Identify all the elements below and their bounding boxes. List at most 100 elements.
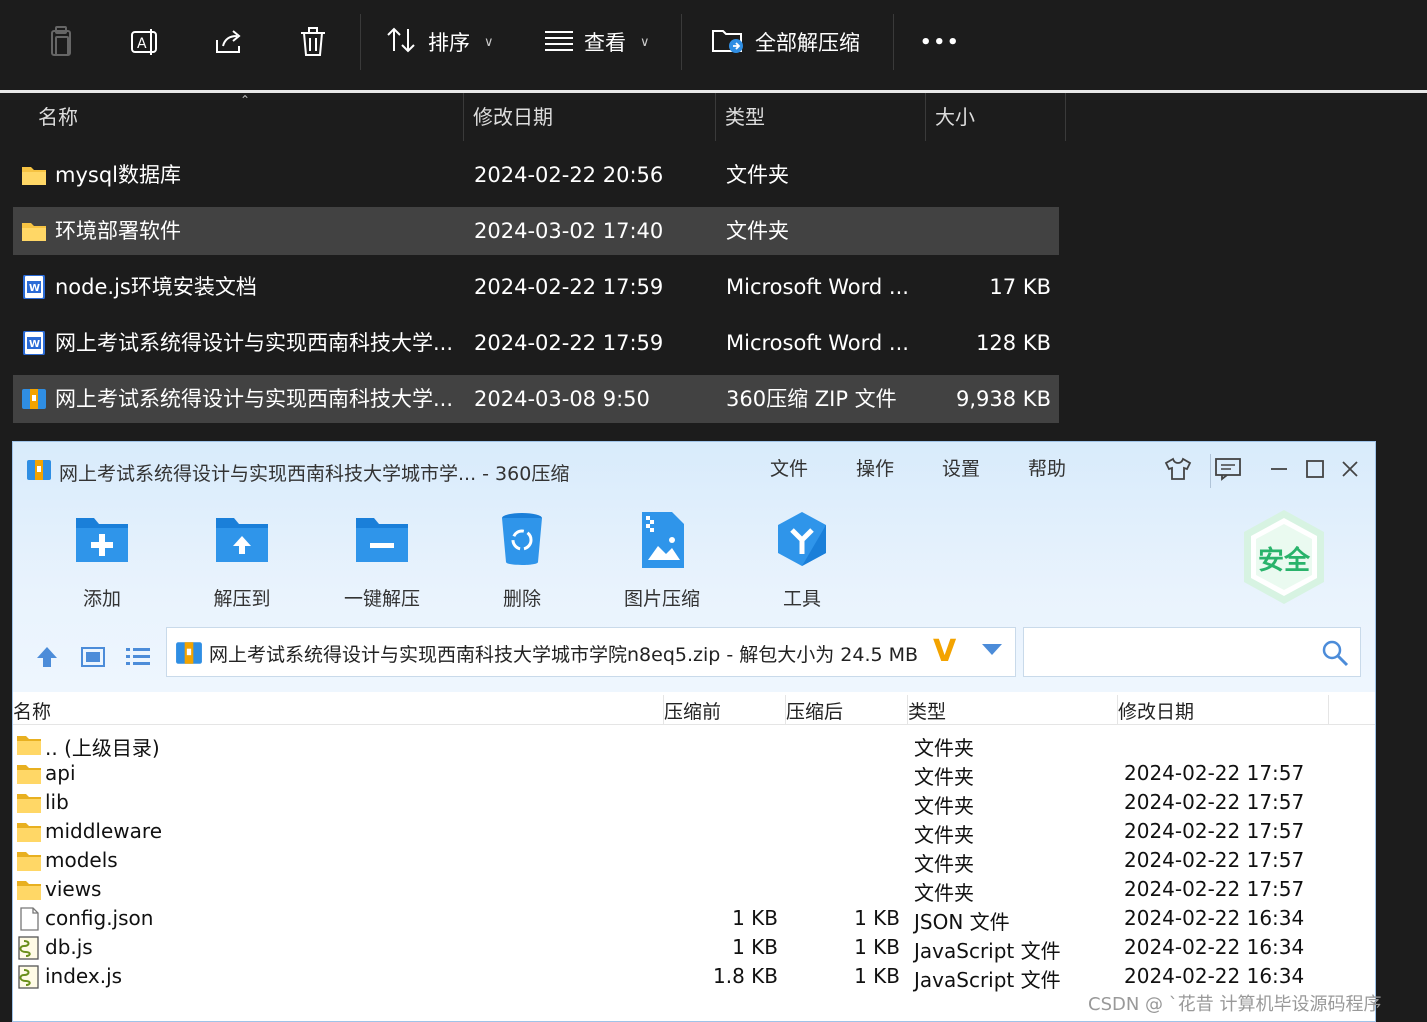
add-label: 添加 [82, 588, 121, 610]
folder-icon [17, 794, 41, 813]
entry-date: 2024-02-22 17:57 [1124, 877, 1305, 901]
entry-type: 文件夹 [914, 765, 974, 789]
entry-name: middleware [45, 819, 162, 843]
column-type[interactable]: 类型 [908, 697, 946, 724]
file-type: 文件夹 [726, 219, 789, 243]
file-row-selected[interactable]: 环境部署软件 2024-03-02 17:40 文件夹 [13, 207, 1059, 255]
file-type: 360压缩 ZIP 文件 [726, 387, 897, 411]
entry-type: JavaScript 文件 [914, 939, 1061, 963]
sort-ascending-icon: ⌃ [240, 93, 251, 107]
column-before-size[interactable]: 压缩前 [664, 697, 721, 724]
column-type[interactable]: 类型 [715, 93, 765, 141]
archive-entry-row[interactable]: db.js 1 KB 1 KB JavaScript 文件 2024-02-22 16:… [13, 934, 1375, 963]
script-file-icon [18, 936, 39, 960]
file-size: 17 KB [989, 275, 1051, 299]
minimize-icon[interactable] [1262, 454, 1296, 484]
entry-before-size: 1 KB [732, 935, 778, 959]
view-button[interactable]: 查看 ∨ [544, 22, 650, 62]
entry-date: 2024-02-22 16:34 [1124, 906, 1305, 930]
file-row[interactable]: mysql数据库 2024-02-22 20:56 文件夹 [13, 151, 1059, 199]
entry-name: config.json [45, 906, 154, 930]
tools-icon [772, 510, 832, 570]
maximize-icon[interactable] [1298, 454, 1332, 484]
file-row[interactable]: W node.js环境安装文档 2024-02-22 17:59 Microso… [13, 263, 1059, 311]
entry-date: 2024-02-22 16:34 [1124, 964, 1305, 988]
add-folder-icon [72, 510, 132, 570]
script-file-icon [18, 965, 39, 989]
more-icon: ••• [920, 31, 961, 53]
sort-button[interactable]: 排序 ∨ [386, 22, 494, 62]
more-button[interactable]: ••• [920, 22, 961, 62]
blank-file-icon [20, 907, 39, 931]
extract-all-label: 全部解压缩 [755, 31, 860, 55]
skin-icon[interactable] [1161, 454, 1195, 484]
column-name[interactable]: 名称 [28, 93, 78, 141]
address-dropdown-icon[interactable] [982, 644, 1002, 655]
security-badge-label: 安全 [1257, 546, 1310, 576]
address-bar[interactable]: 网上考试系统得设计与实现西南科技大学城市学院n8eq5.zip - 解包大小为 … [166, 627, 1016, 677]
folder-icon [22, 223, 46, 241]
entry-name: models [45, 848, 118, 872]
archive-entry-row[interactable]: config.json 1 KB 1 KB JSON 文件 2024-02-22 16:… [13, 905, 1375, 934]
column-size[interactable]: 大小 [925, 93, 975, 141]
zip-archive-icon [22, 389, 46, 409]
thumbnail-view-icon[interactable] [79, 643, 107, 671]
column-modified[interactable]: 修改日期 [463, 93, 553, 141]
entry-name: api [45, 761, 76, 785]
file-date: 2024-03-08 9:50 [474, 387, 650, 411]
menu-file[interactable]: 文件 [770, 454, 808, 481]
share-icon[interactable] [212, 25, 246, 59]
zip-archive-icon [176, 642, 202, 664]
security-shield-icon[interactable]: 安全 [1241, 508, 1327, 606]
file-row[interactable]: W 网上考试系统得设计与实现西南科技大学... 2024-02-22 17:59… [13, 319, 1059, 367]
column-after-size[interactable]: 压缩后 [786, 697, 843, 724]
extract-to-button[interactable]: 解压到 [182, 510, 302, 611]
list-view-icon[interactable] [124, 643, 152, 671]
archive-entry-row[interactable]: index.js 1.8 KB 1 KB JavaScript 文件 2024-02-2… [13, 963, 1375, 992]
column-modified[interactable]: 修改日期 [1118, 697, 1194, 724]
feedback-icon[interactable] [1211, 454, 1245, 484]
one-click-extract-button[interactable]: 一键解压 [322, 510, 442, 611]
entry-date: 2024-02-22 16:34 [1124, 935, 1305, 959]
extract-all-button[interactable]: 全部解压缩 [711, 22, 860, 62]
image-compress-button[interactable]: 图片压缩 [602, 510, 722, 611]
vip-icon[interactable]: V [933, 634, 956, 669]
menu-operate[interactable]: 操作 [856, 454, 894, 481]
view-label: 查看 [584, 31, 626, 55]
archive-entry-row[interactable]: api 文件夹 2024-02-22 17:57 [13, 760, 1375, 789]
search-icon[interactable] [1320, 638, 1350, 668]
archive-entry-row[interactable]: .. (上级目录) 文件夹 [13, 731, 1375, 760]
extract-folder-icon [711, 25, 745, 60]
file-date: 2024-02-22 20:56 [474, 163, 664, 187]
delete-icon[interactable] [296, 25, 330, 59]
rename-icon[interactable]: A [128, 25, 162, 59]
zip-app-logo-icon [27, 460, 51, 480]
delete-button[interactable]: 删除 [462, 510, 582, 611]
folder-icon [17, 881, 41, 900]
tools-button[interactable]: 工具 [742, 510, 862, 611]
entry-after-size: 1 KB [854, 935, 900, 959]
file-row-selected[interactable]: 网上考试系统得设计与实现西南科技大学... 2024-03-08 9:50 36… [13, 375, 1059, 423]
column-name[interactable]: 名称 [13, 697, 51, 724]
file-name: mysql数据库 [55, 163, 181, 187]
archive-entry-row[interactable]: middleware 文件夹 2024-02-22 17:57 [13, 818, 1375, 847]
menu-settings[interactable]: 设置 [942, 454, 980, 481]
menu-help[interactable]: 帮助 [1028, 454, 1066, 481]
archive-entry-row[interactable]: models 文件夹 2024-02-22 17:57 [13, 847, 1375, 876]
file-type: Microsoft Word ... [726, 275, 909, 299]
paste-icon[interactable] [44, 25, 78, 59]
svg-text:W: W [29, 283, 40, 294]
word-doc-icon: W [23, 331, 45, 355]
up-arrow-icon[interactable] [33, 643, 61, 671]
entry-type: 文件夹 [914, 794, 974, 818]
entry-date: 2024-02-22 17:57 [1124, 819, 1305, 843]
add-button[interactable]: 添加 [42, 510, 162, 611]
folder-icon [22, 167, 46, 185]
entry-before-size: 1 KB [732, 906, 778, 930]
archive-entry-row[interactable]: views 文件夹 2024-02-22 17:57 [13, 876, 1375, 905]
close-icon[interactable] [1333, 454, 1367, 484]
archive-entry-row[interactable]: lib 文件夹 2024-02-22 17:57 [13, 789, 1375, 818]
search-input[interactable] [1023, 627, 1361, 677]
folder-icon [17, 736, 41, 755]
entry-name: db.js [45, 935, 93, 959]
